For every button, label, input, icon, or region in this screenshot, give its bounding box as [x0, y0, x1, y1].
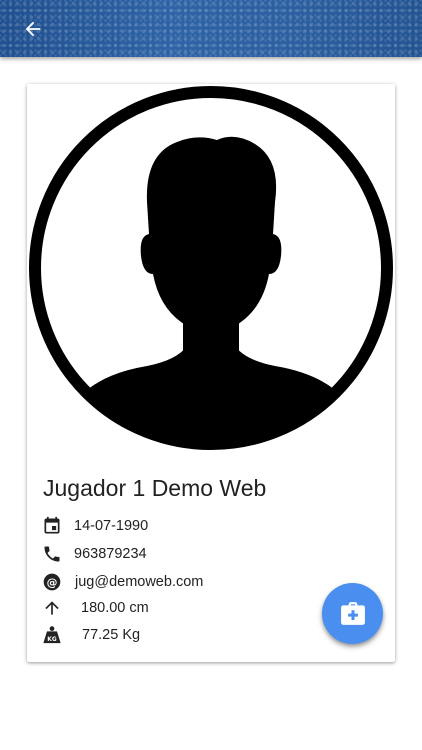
person-silhouette-icon [29, 86, 393, 450]
at-sign-icon: @ [41, 571, 63, 593]
svg-text:@: @ [47, 576, 58, 589]
calendar-icon [41, 515, 63, 537]
height-row: 180.00 cm [41, 596, 149, 620]
weight-row: KG 77.25 Kg [41, 623, 140, 647]
medical-kit-icon [340, 601, 365, 625]
email-value: jug@demoweb.com [75, 574, 204, 590]
phone-icon [41, 543, 63, 565]
player-card: Jugador 1 Demo Web 14-07-1990 963879234 … [27, 84, 395, 662]
birthdate-value: 14-07-1990 [74, 518, 149, 534]
phone-row: 963879234 [41, 542, 147, 566]
height-value: 180.00 cm [81, 600, 149, 616]
email-row: @ jug@demoweb.com [41, 570, 203, 594]
svg-text:KG: KG [47, 637, 57, 643]
weight-value: 77.25 Kg [82, 627, 141, 643]
weight-kg-icon: KG [41, 624, 63, 646]
app-bar [0, 0, 422, 57]
arrow-back-icon [25, 21, 41, 37]
birthdate-row: 14-07-1990 [41, 514, 148, 538]
back-button[interactable] [18, 14, 48, 44]
phone-value: 963879234 [74, 546, 147, 562]
medical-kit-button[interactable] [322, 583, 383, 644]
player-name: Jugador 1 Demo Web [43, 475, 267, 501]
arrow-up-icon [41, 597, 63, 619]
